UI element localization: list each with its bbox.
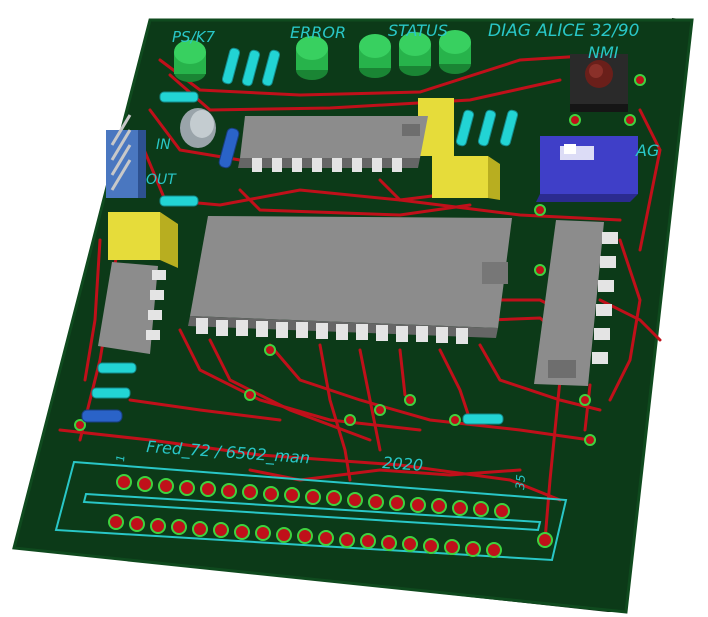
- led-error: [296, 36, 328, 80]
- label-diag-alice: DIAG ALICE 32/90: [488, 21, 639, 41]
- yellow-capacitor-1: [108, 212, 178, 268]
- label-pin-1: 1: [114, 454, 127, 462]
- label-out: OUT: [146, 172, 177, 188]
- label-nmi: NMI: [588, 43, 619, 62]
- label-pin-35: 35: [513, 474, 528, 490]
- led-status-1: [359, 34, 391, 78]
- label-year: 2020: [382, 453, 424, 475]
- label-status: STATUS: [388, 21, 448, 40]
- pcb-3d-render: PS/K7 ERROR STATUS DIAG ALICE 32/90 NMI …: [0, 0, 708, 617]
- ic-top: [238, 116, 428, 172]
- yellow-capacitor-3: [432, 156, 500, 200]
- ic-main-cpu: [188, 216, 512, 344]
- led-ps-k7: [174, 40, 206, 82]
- dip-switch: [536, 136, 638, 202]
- blue-resistor: [81, 409, 123, 423]
- nmi-button: [570, 54, 628, 112]
- transistor: [180, 108, 216, 148]
- label-ps-k7: PS/K7: [172, 28, 215, 46]
- label-diag-suffix: AG: [635, 141, 659, 160]
- label-in: IN: [156, 137, 171, 153]
- label-error: ERROR: [290, 23, 346, 42]
